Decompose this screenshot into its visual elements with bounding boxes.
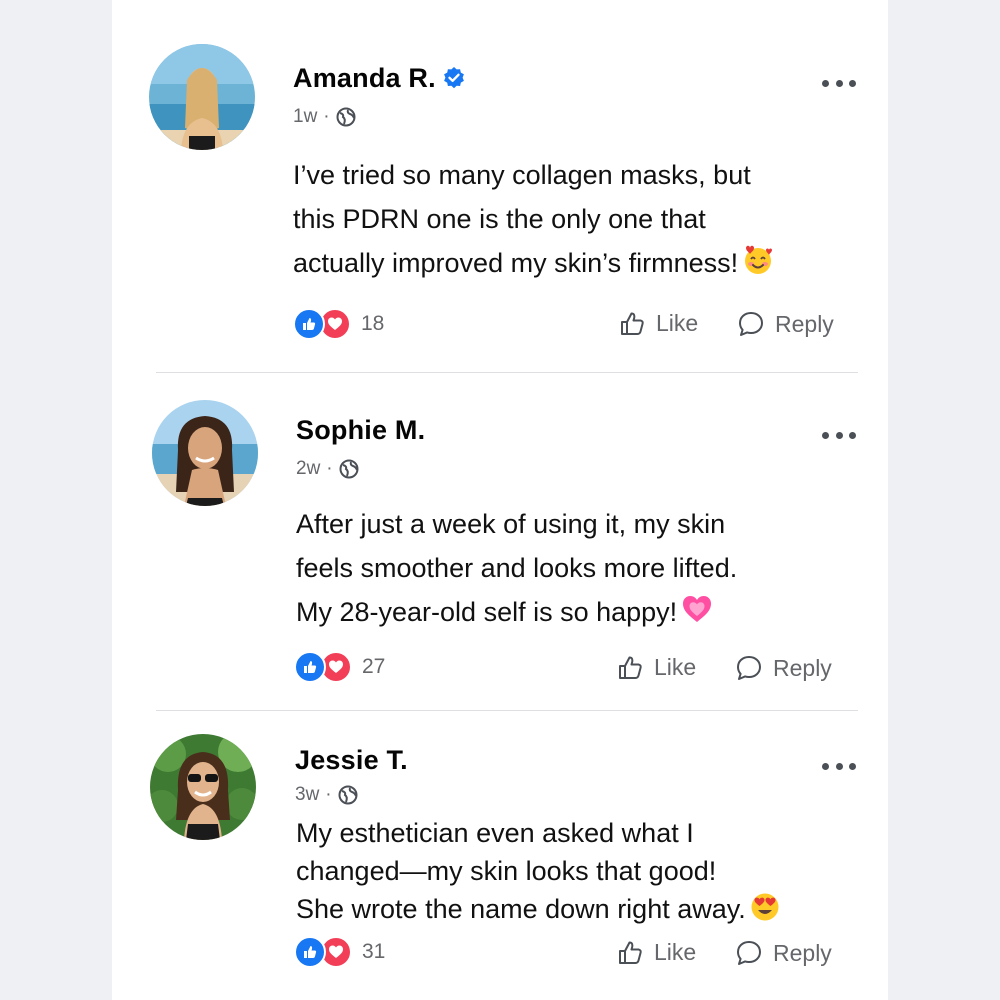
reaction-summary[interactable]: 27 — [294, 651, 385, 683]
comment-body: I’ve tried so many collagen masks, but t… — [293, 153, 853, 285]
comment-bubble-icon — [737, 656, 761, 680]
comment-line: changed—my skin looks that good! — [296, 855, 717, 886]
thumbs-up-icon — [619, 656, 642, 679]
reply-button[interactable]: Reply — [735, 939, 832, 967]
author-name[interactable]: Jessie T. — [295, 745, 408, 776]
comment-line-with-emoji: actually improved my skin’s firmness! — [293, 241, 853, 285]
like-button[interactable]: Like — [619, 310, 698, 337]
author-name[interactable]: Amanda R. — [293, 63, 466, 94]
timestamp[interactable]: 2w — [296, 458, 320, 480]
heart-eyes-icon — [751, 893, 779, 921]
reply-button[interactable]: Reply — [737, 310, 834, 338]
comment-line: My esthetician even asked what I — [296, 818, 694, 848]
globe-icon — [336, 107, 356, 127]
like-label: Like — [656, 310, 699, 336]
comment-line-with-emoji: My 28-year-old self is so happy! — [296, 590, 856, 634]
like-label: Like — [654, 939, 697, 965]
divider — [156, 372, 858, 373]
comment-body: My esthetician even asked what I changed… — [296, 815, 856, 928]
growing-heart-icon — [683, 596, 712, 622]
reaction-count: 18 — [361, 312, 385, 335]
separator-dot: · — [323, 106, 330, 127]
comment-bubble-icon — [739, 312, 763, 336]
comment-line: this PDRN one is the only one that — [293, 204, 706, 234]
thumbs-up-reaction-icon — [294, 651, 326, 683]
thumbs-up-icon — [619, 941, 642, 964]
avatar[interactable] — [149, 44, 255, 150]
comment-line-with-emoji: She wrote the name down right away. — [296, 891, 856, 929]
reply-button[interactable]: Reply — [735, 654, 832, 682]
separator-dot: · — [325, 784, 332, 805]
globe-icon — [338, 785, 358, 805]
comment-line-text: She wrote the name down right away. — [296, 893, 746, 924]
more-options-button[interactable] — [822, 78, 856, 88]
avatar[interactable] — [152, 400, 258, 506]
timestamp[interactable]: 3w — [295, 784, 319, 806]
comment-line: After just a week of using it, my skin — [296, 509, 726, 539]
globe-icon — [339, 459, 359, 479]
comment-line: feels smoother and looks more lifted. — [296, 553, 738, 583]
comment-bubble-icon — [737, 941, 761, 965]
avatar[interactable] — [150, 734, 256, 840]
thumbs-up-reaction-icon — [293, 308, 325, 340]
comment-body: After just a week of using it, my skin f… — [296, 502, 856, 634]
like-button[interactable]: Like — [617, 654, 696, 681]
separator-dot: · — [326, 458, 333, 479]
reply-label: Reply — [775, 310, 834, 337]
author-name-text[interactable]: Amanda R. — [293, 63, 436, 93]
smiling-face-with-hearts-icon — [745, 245, 773, 274]
thumbs-up-icon — [621, 312, 644, 335]
comment-line-text: My 28-year-old self is so happy! — [296, 597, 678, 627]
reaction-count: 27 — [362, 655, 386, 678]
reply-label: Reply — [773, 939, 832, 966]
author-name[interactable]: Sophie M. — [296, 415, 425, 446]
comment-meta: 2w · — [296, 458, 359, 480]
comment-line: I’ve tried so many collagen masks, but — [293, 160, 751, 190]
more-options-button[interactable] — [822, 430, 856, 440]
like-button[interactable]: Like — [617, 939, 696, 966]
thumbs-up-reaction-icon — [294, 936, 326, 968]
reaction-summary[interactable]: 31 — [294, 936, 385, 968]
comment-meta: 1w · — [293, 106, 356, 128]
divider — [156, 710, 858, 711]
like-label: Like — [654, 654, 697, 680]
verified-badge-icon — [443, 67, 464, 89]
more-options-button[interactable] — [822, 761, 856, 771]
reaction-summary[interactable]: 18 — [293, 308, 384, 340]
reaction-count: 31 — [362, 940, 386, 963]
comments-panel: Amanda R. 1w · I’ve tried so many collag… — [112, 0, 888, 1000]
comment-line-text: actually improved my skin’s firmness! — [293, 248, 739, 278]
timestamp[interactable]: 1w — [293, 106, 317, 128]
comment-meta: 3w · — [295, 784, 358, 806]
reply-label: Reply — [773, 654, 832, 681]
